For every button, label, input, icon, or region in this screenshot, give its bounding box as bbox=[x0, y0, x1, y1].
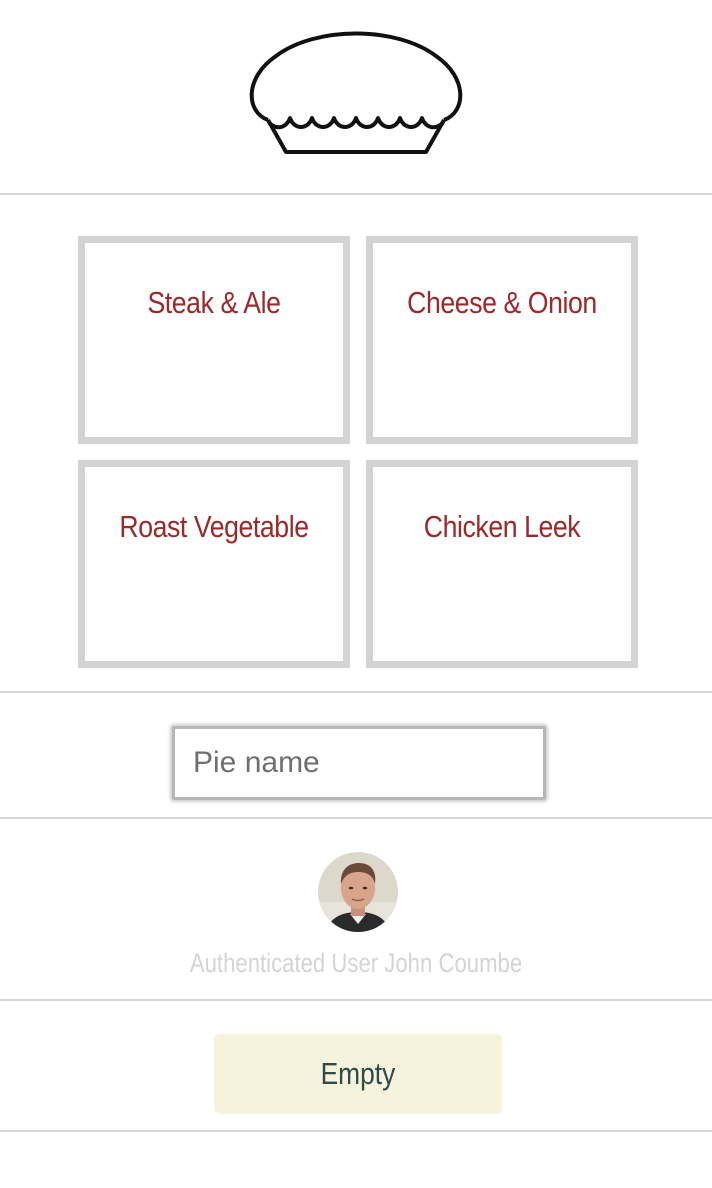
empty-button[interactable]: Empty bbox=[214, 1034, 502, 1114]
divider bbox=[0, 193, 712, 195]
pie-grid: Steak & Ale Cheese & Onion Roast Vegetab… bbox=[0, 196, 712, 692]
header-logo-area bbox=[0, 0, 712, 194]
empty-button-label: Empty bbox=[320, 1056, 396, 1091]
pie-card-cheese-onion[interactable]: Cheese & Onion bbox=[366, 236, 638, 444]
pie-card-chicken-leek[interactable]: Chicken Leek bbox=[366, 460, 638, 668]
pie-card-title: Chicken Leek bbox=[423, 509, 581, 544]
divider bbox=[0, 691, 712, 693]
pie-card-title: Cheese & Onion bbox=[407, 285, 597, 320]
pie-name-form bbox=[0, 694, 712, 818]
user-panel: Authenticated User John Coumbe bbox=[0, 820, 712, 1000]
pie-card-title: Roast Vegetable bbox=[119, 509, 309, 544]
pie-card-steak-ale[interactable]: Steak & Ale bbox=[78, 236, 350, 444]
divider bbox=[0, 999, 712, 1001]
pie-card-title: Steak & Ale bbox=[147, 285, 281, 320]
divider bbox=[0, 1130, 712, 1132]
pie-icon bbox=[249, 31, 463, 154]
pie-name-input[interactable] bbox=[172, 726, 546, 800]
user-label: Authenticated User John Coumbe bbox=[189, 948, 523, 978]
divider bbox=[0, 817, 712, 819]
pie-card-roast-vegetable[interactable]: Roast Vegetable bbox=[78, 460, 350, 668]
actions-area: Empty bbox=[0, 1002, 712, 1130]
user-avatar bbox=[318, 852, 398, 932]
